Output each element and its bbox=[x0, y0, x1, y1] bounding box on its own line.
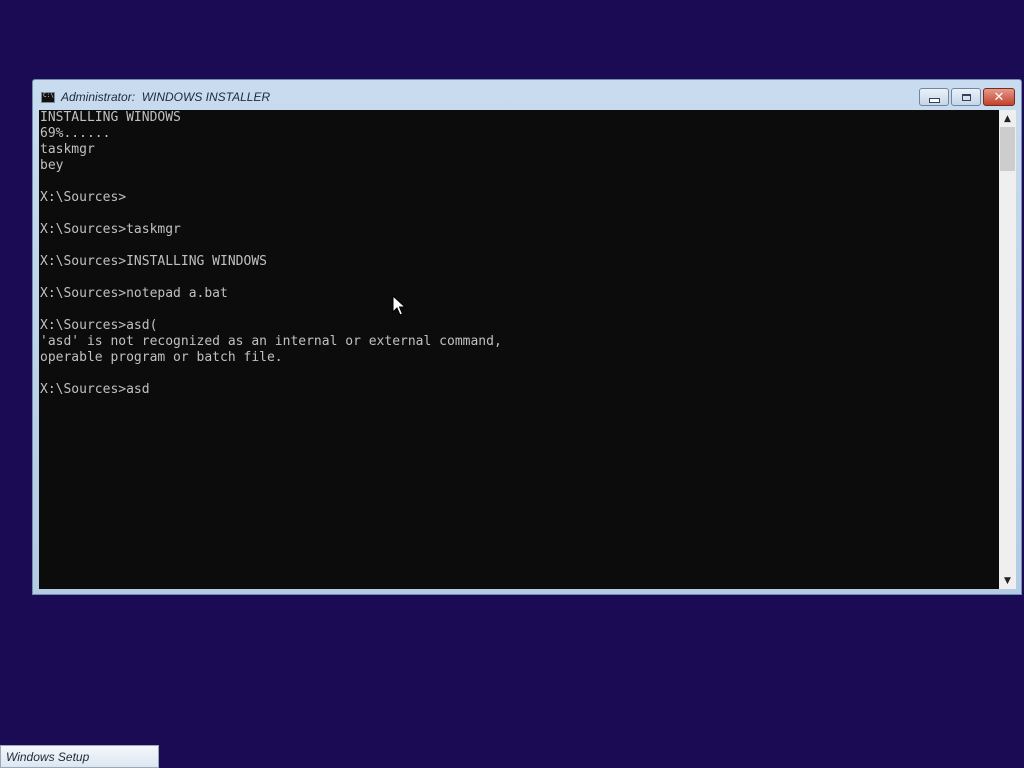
maximize-button[interactable] bbox=[951, 88, 981, 106]
console-line: bey bbox=[40, 158, 64, 173]
scroll-down-arrow-icon[interactable]: ▼ bbox=[999, 572, 1016, 589]
vertical-scrollbar[interactable]: ▲ ▼ bbox=[999, 110, 1016, 589]
taskbar-button-label: Windows Setup bbox=[6, 750, 90, 764]
console-output-area[interactable]: INSTALLING WINDOWS 69%...... taskmgr bey X:\… bbox=[39, 110, 999, 589]
console-line: X:\Sources> bbox=[40, 190, 127, 205]
console-line: taskmgr bbox=[40, 142, 95, 157]
close-button[interactable]: ✕ bbox=[983, 88, 1015, 106]
window-title: Administrator: WINDOWS INSTALLER bbox=[61, 90, 271, 104]
scroll-thumb[interactable] bbox=[1000, 127, 1015, 171]
console-line: INSTALLING WINDOWS bbox=[40, 110, 181, 125]
minimize-icon bbox=[928, 97, 940, 103]
desktop: Administrator: WINDOWS INSTALLER ✕ INSTA… bbox=[0, 0, 1024, 768]
command-prompt-window[interactable]: Administrator: WINDOWS INSTALLER ✕ INSTA… bbox=[32, 79, 1022, 595]
console-line: X:\Sources>INSTALLING WINDOWS bbox=[40, 254, 267, 269]
console-app-icon[interactable] bbox=[41, 92, 55, 103]
console-line: X:\Sources>asd( bbox=[40, 318, 158, 333]
console-line: 69%...... bbox=[40, 126, 111, 141]
console-line: X:\Sources>notepad a.bat bbox=[40, 286, 228, 301]
console-line: operable program or batch file. bbox=[40, 350, 283, 365]
console-line: X:\Sources>asd bbox=[40, 382, 150, 397]
scroll-up-arrow-icon[interactable]: ▲ bbox=[999, 110, 1016, 127]
console-line: 'asd' is not recognized as an internal o… bbox=[40, 334, 502, 349]
close-icon: ✕ bbox=[993, 89, 1005, 105]
console-line: X:\Sources>taskmgr bbox=[40, 222, 181, 237]
mouse-pointer-icon bbox=[392, 295, 406, 316]
console-lines: INSTALLING WINDOWS 69%...... taskmgr bey X:\… bbox=[40, 110, 502, 398]
caption-buttons: ✕ bbox=[917, 88, 1015, 106]
minimize-button[interactable] bbox=[919, 88, 949, 106]
taskbar-button-windows-setup[interactable]: Windows Setup bbox=[0, 745, 159, 768]
maximize-icon bbox=[961, 93, 971, 101]
title-bar[interactable]: Administrator: WINDOWS INSTALLER ✕ bbox=[33, 80, 1021, 110]
